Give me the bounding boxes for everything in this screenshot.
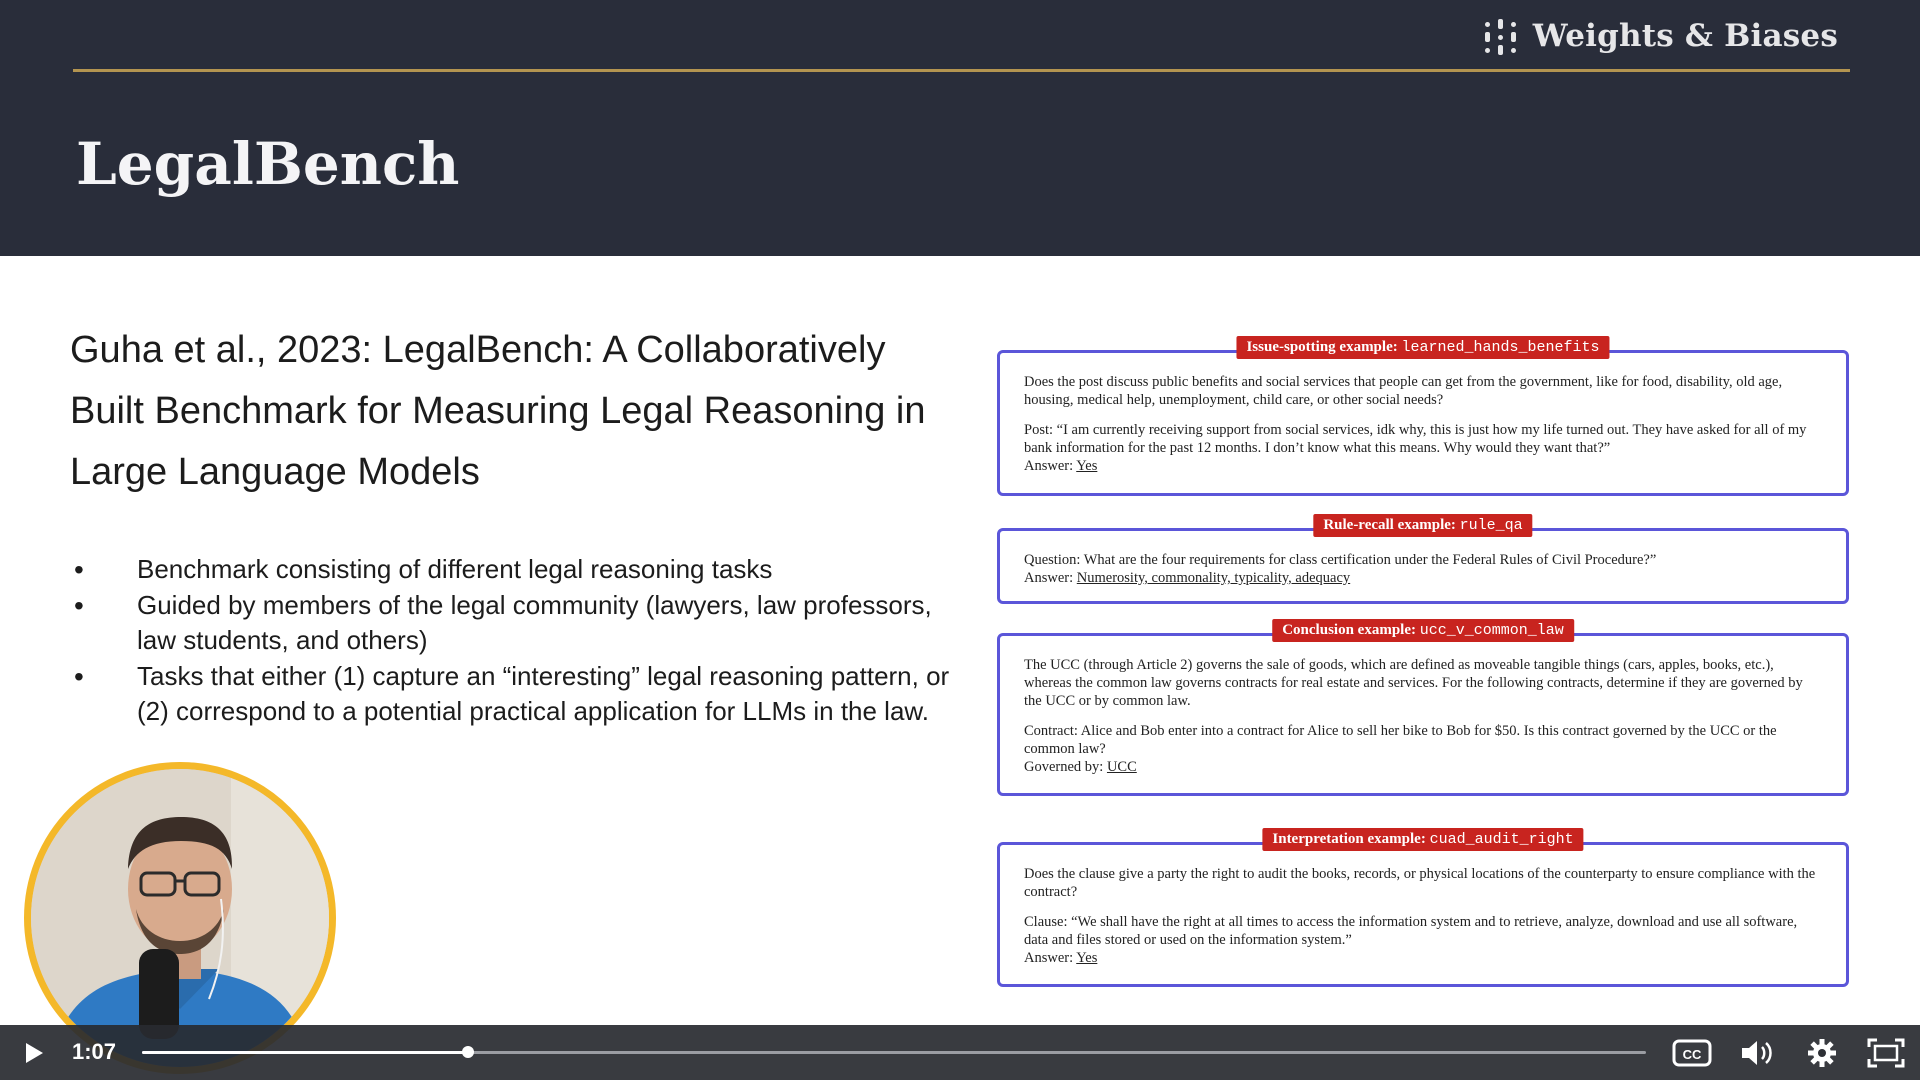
example-task-code: ucc_v_common_law [1419, 622, 1564, 639]
slide-title: LegalBench [76, 130, 460, 198]
example-task-code: rule_qa [1459, 517, 1523, 534]
answer-value: Yes [1076, 950, 1098, 966]
rule-recall-example: Rule-recall example: rule_qa Question: W… [997, 514, 1849, 604]
example-body: Question: What are the four requirements… [1000, 531, 1846, 587]
bullet-item: Benchmark consisting of different legal … [70, 552, 950, 588]
progress-scrubber[interactable] [462, 1046, 475, 1058]
closed-captions-icon: CC [1672, 1039, 1712, 1067]
settings-button[interactable] [1804, 1036, 1840, 1070]
example-label: Issue-spotting example: learned_hands_be… [1236, 336, 1610, 359]
example-question: Does the post discuss public benefits an… [1024, 374, 1783, 408]
example-label-text: Issue-spotting example: [1246, 339, 1398, 355]
example-label: Interpretation example: cuad_audit_right [1262, 828, 1584, 851]
example-question-text: Question: What are the four requirements… [1024, 552, 1657, 568]
svg-text:CC: CC [1683, 1047, 1702, 1062]
example-label-text: Rule-recall example: [1323, 517, 1456, 533]
play-icon [26, 1043, 43, 1063]
example-body: The UCC (through Article 2) governs the … [1000, 636, 1846, 776]
example-contract-text: Contract: Alice and Bob enter into a con… [1024, 723, 1777, 757]
answer-value: Yes [1076, 458, 1098, 474]
example-question: The UCC (through Article 2) governs the … [1024, 657, 1803, 709]
bullet-item: Guided by members of the legal community… [70, 588, 950, 659]
answer-label: Governed by: [1024, 759, 1104, 775]
issue-spotting-example: Issue-spotting example: learned_hands_be… [997, 336, 1849, 496]
progress-track[interactable] [142, 1046, 1646, 1058]
bullet-list: Benchmark consisting of different legal … [70, 552, 950, 730]
answer-label: Answer: [1024, 570, 1074, 586]
example-post: Post: “I am currently receiving support … [1024, 421, 1822, 475]
interpretation-example: Interpretation example: cuad_audit_right… [997, 828, 1849, 987]
progress-fill [142, 1051, 469, 1054]
example-label: Rule-recall example: rule_qa [1313, 514, 1533, 537]
volume-button[interactable] [1738, 1036, 1776, 1070]
fullscreen-button[interactable] [1866, 1036, 1906, 1070]
wandb-dots-icon [1483, 19, 1519, 55]
fullscreen-icon [1867, 1038, 1905, 1068]
example-clause: Clause: “We shall have the right at all … [1024, 913, 1822, 967]
brand-logo: Weights & Biases [1483, 18, 1838, 55]
example-task-code: learned_hands_benefits [1401, 339, 1600, 356]
video-player-controls: 1:07 CC [0, 1025, 1920, 1080]
example-contract: Contract: Alice and Bob enter into a con… [1024, 722, 1822, 776]
answer-value: Numerosity, commonality, typicality, ade… [1076, 570, 1351, 586]
volume-icon [1742, 1041, 1772, 1065]
bullet-item: Tasks that either (1) capture an “intere… [70, 659, 950, 730]
answer-value: UCC [1106, 759, 1137, 775]
conclusion-example: Conclusion example: ucc_v_common_law The… [997, 619, 1849, 796]
example-task-code: cuad_audit_right [1429, 831, 1574, 848]
example-label-text: Conclusion example: [1282, 622, 1416, 638]
paper-citation: Guha et al., 2023: LegalBench: A Collabo… [70, 329, 926, 493]
example-clause-text: Clause: “We shall have the right at all … [1024, 914, 1798, 948]
example-body: Does the post discuss public benefits an… [1000, 353, 1846, 475]
answer-label: Answer: [1024, 950, 1074, 966]
settings-gear-icon [1808, 1039, 1836, 1067]
example-label: Conclusion example: ucc_v_common_law [1272, 619, 1574, 642]
presenter-figure [31, 769, 329, 1067]
playback-time: 1:07 [72, 1039, 117, 1064]
slide-header: Weights & Biases LegalBench [0, 0, 1920, 256]
header-divider [73, 69, 1850, 72]
example-question: Question: What are the four requirements… [1024, 551, 1822, 587]
example-body: Does the clause give a party the right t… [1000, 845, 1846, 967]
answer-label: Answer: [1024, 458, 1074, 474]
brand-name: Weights & Biases [1532, 18, 1838, 54]
example-label-text: Interpretation example: [1272, 831, 1426, 847]
captions-button[interactable]: CC [1672, 1036, 1712, 1070]
example-question: Does the clause give a party the right t… [1024, 866, 1816, 900]
example-post-text: Post: “I am currently receiving support … [1024, 422, 1807, 456]
play-button[interactable] [18, 1038, 48, 1068]
